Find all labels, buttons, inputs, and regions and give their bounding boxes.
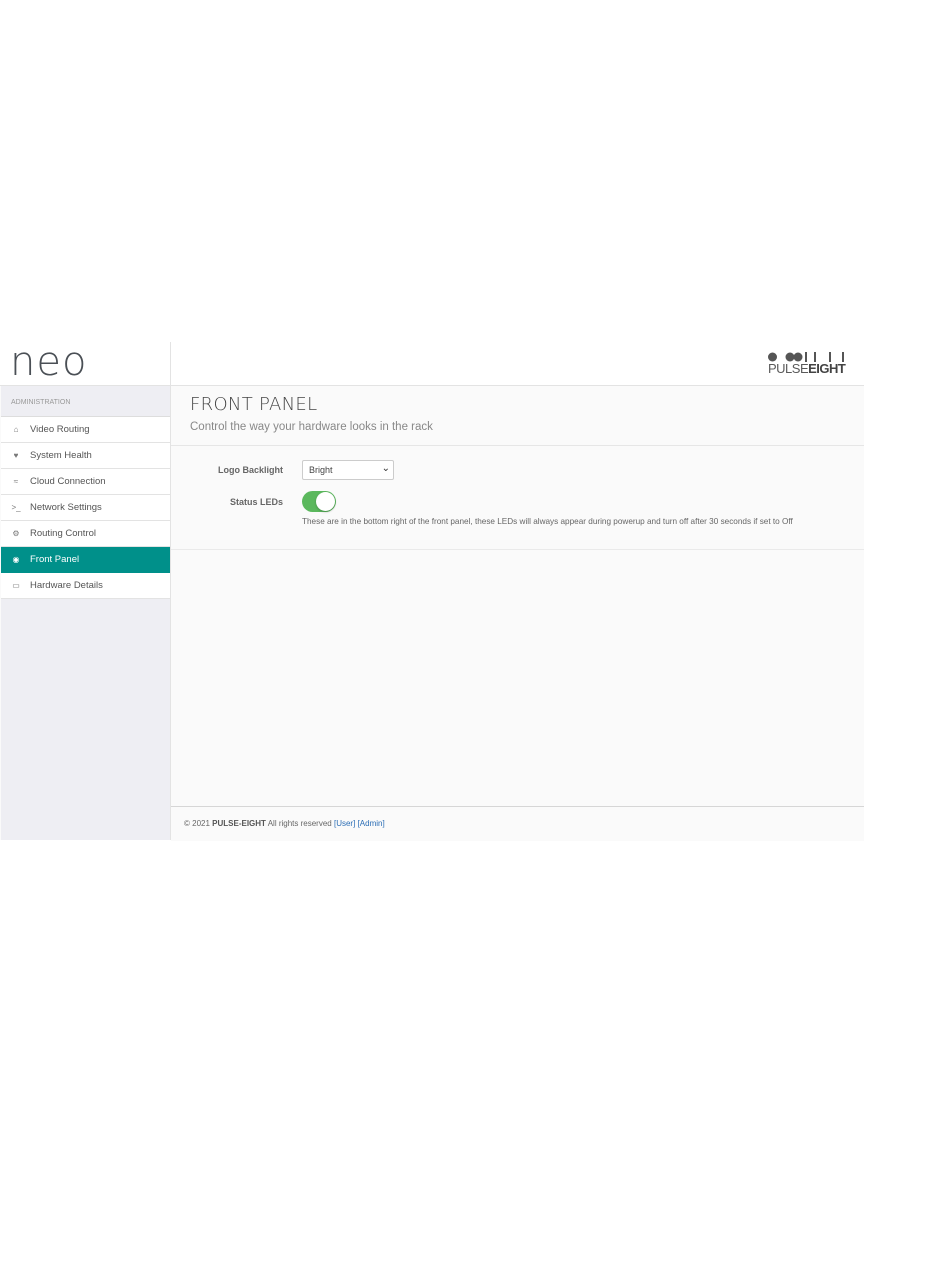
footer-company: PULSE-EIGHT: [212, 819, 266, 828]
brand-word-pulse: PULSE: [768, 361, 809, 376]
sidebar-section-header: ADMINISTRATION: [1, 386, 170, 417]
sidebar-item-network-settings[interactable]: >_ Network Settings: [1, 495, 170, 521]
footer-user-link[interactable]: [User]: [334, 819, 355, 828]
footer-rights: All rights reserved: [267, 819, 332, 828]
footer: © 2021 PULSE-EIGHT All rights reserved […: [171, 806, 864, 841]
status-leds-label: Status LEDs: [229, 497, 283, 507]
page-subtitle: Control the way your hardware looks in t…: [190, 421, 433, 433]
pulse-eight-logo: PULSEEIGHT: [768, 352, 846, 376]
sidebar-item-label: Cloud Connection: [30, 476, 106, 487]
toggle-knob: [316, 492, 335, 511]
brand-wordmark: PULSEEIGHT: [768, 361, 846, 376]
cogs-icon: ⚙: [12, 529, 20, 538]
status-leds-toggle[interactable]: [302, 491, 336, 512]
page-header: FRONT PANEL Control the way your hardwar…: [171, 386, 864, 446]
footer-admin-link[interactable]: [Admin]: [358, 819, 385, 828]
logo-backlight-value: Bright: [309, 465, 333, 475]
dashboard-icon: ◉: [12, 555, 20, 564]
sidebar-item-system-health[interactable]: ♥ System Health: [1, 443, 170, 469]
sidebar-item-label: Video Routing: [30, 424, 90, 435]
top-bar: neo PULSEEIGHT: [0, 342, 864, 386]
sidebar-item-front-panel[interactable]: ◉ Front Panel: [1, 547, 170, 573]
page-title: FRONT PANEL: [190, 394, 318, 415]
brand-word-eight: EIGHT: [808, 361, 846, 376]
heart-icon: ♥: [13, 451, 19, 460]
logo-backlight-select[interactable]: Bright ⌄: [302, 460, 394, 480]
rss-icon: ≈: [13, 477, 19, 486]
sidebar-item-label: Hardware Details: [30, 580, 103, 591]
sidebar-item-hardware-details[interactable]: ▭ Hardware Details: [1, 573, 170, 599]
front-panel-form: Logo Backlight Bright ⌄ Status LEDs Thes…: [171, 446, 864, 550]
sidebar-item-label: Routing Control: [30, 528, 97, 539]
sidebar-item-label: System Health: [30, 450, 92, 461]
hdd-icon: ▭: [12, 581, 20, 590]
sidebar: ADMINISTRATION ⌂ Video Routing ♥ System …: [1, 386, 171, 840]
main-content: FRONT PANEL Control the way your hardwar…: [171, 386, 864, 806]
terminal-icon: >_: [11, 503, 21, 512]
sidebar-item-label: Network Settings: [30, 502, 102, 513]
chevron-down-icon: ⌄: [381, 463, 390, 474]
sidebar-item-cloud-connection[interactable]: ≈ Cloud Connection: [1, 469, 170, 495]
home-icon: ⌂: [13, 425, 19, 434]
logo-backlight-label: Logo Backlight: [218, 465, 283, 475]
app-window: neo PULSEEIGHT ADMINISTRATION ⌂ Video Ro…: [0, 342, 864, 841]
footer-copyright: © 2021: [184, 819, 210, 828]
neo-logo[interactable]: neo: [10, 342, 87, 382]
sidebar-item-routing-control[interactable]: ⚙ Routing Control: [1, 521, 170, 547]
sidebar-item-label: Front Panel: [30, 554, 80, 565]
status-leds-help-text: These are in the bottom right of the fro…: [302, 517, 793, 526]
sidebar-item-video-routing[interactable]: ⌂ Video Routing: [1, 417, 170, 443]
logo-area: neo: [0, 342, 171, 385]
footer-text: © 2021 PULSE-EIGHT All rights reserved […: [184, 819, 385, 828]
